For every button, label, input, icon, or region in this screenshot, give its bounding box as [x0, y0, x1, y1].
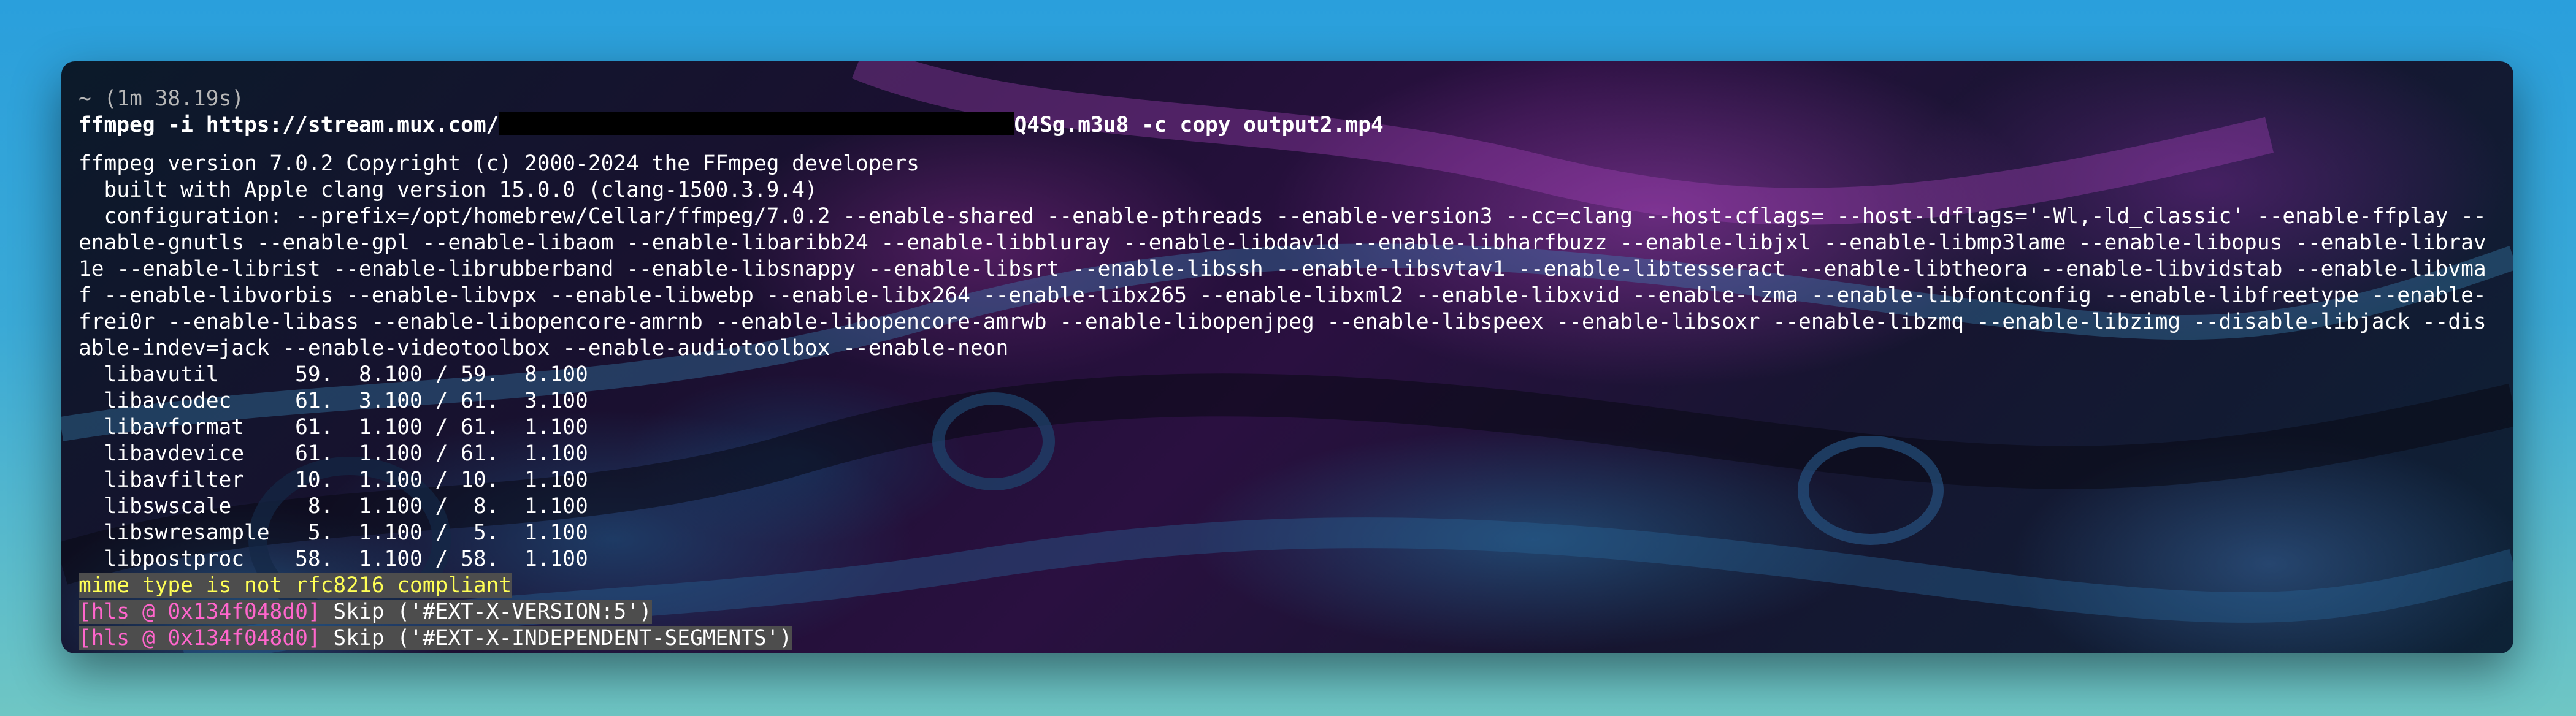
lib-version-line: libswresample 5. 1.100 / 5. 1.100	[79, 520, 588, 545]
lib-version-line: libavutil 59. 8.100 / 59. 8.100	[79, 362, 588, 387]
lib-version-line: libpostproc 58. 1.100 / 58. 1.100	[79, 547, 588, 571]
command-suffix: Q4Sg.m3u8 -c copy output2.mp4	[1014, 113, 1384, 137]
command-line[interactable]: ffmpeg -i https://stream.mux.com/Q4Sg.m3…	[79, 112, 2496, 139]
lib-version-line: libavcodec 61. 3.100 / 61. 3.100	[79, 389, 588, 413]
hls-message: Skip ('#EXT-X-VERSION:5')	[320, 600, 652, 624]
built-line: built with Apple clang version 15.0.0 (c…	[79, 178, 818, 202]
command-duration: ~ (1m 38.19s)	[79, 86, 245, 111]
command-prefix: ffmpeg -i https://stream.mux.com/	[79, 113, 499, 137]
terminal-window: ~ (1m 38.19s) ffmpeg -i https://stream.m…	[61, 61, 2513, 653]
hls-tag: [hls @ 0x134f048d0]	[79, 626, 321, 650]
hls-message: Skip ('#EXT-X-INDEPENDENT-SEGMENTS')	[320, 626, 792, 650]
redacted-block	[499, 112, 1014, 135]
lib-version-line: libavdevice 61. 1.100 / 61. 1.100	[79, 441, 588, 466]
terminal-output: ~ (1m 38.19s) ffmpeg -i https://stream.m…	[79, 86, 2496, 652]
lib-version-line: libavfilter 10. 1.100 / 10. 1.100	[79, 468, 588, 492]
lib-version-line: libswscale 8. 1.100 / 8. 1.100	[79, 494, 588, 519]
mime-warning: mime type is not rfc8216 compliant	[79, 573, 512, 598]
lib-version-line: libavformat 61. 1.100 / 61. 1.100	[79, 415, 588, 440]
hls-tag: [hls @ 0x134f048d0]	[79, 600, 321, 624]
version-line: ffmpeg version 7.0.2 Copyright (c) 2000-…	[79, 151, 919, 176]
configuration-text: configuration: --prefix=/opt/homebrew/Ce…	[79, 204, 2486, 360]
